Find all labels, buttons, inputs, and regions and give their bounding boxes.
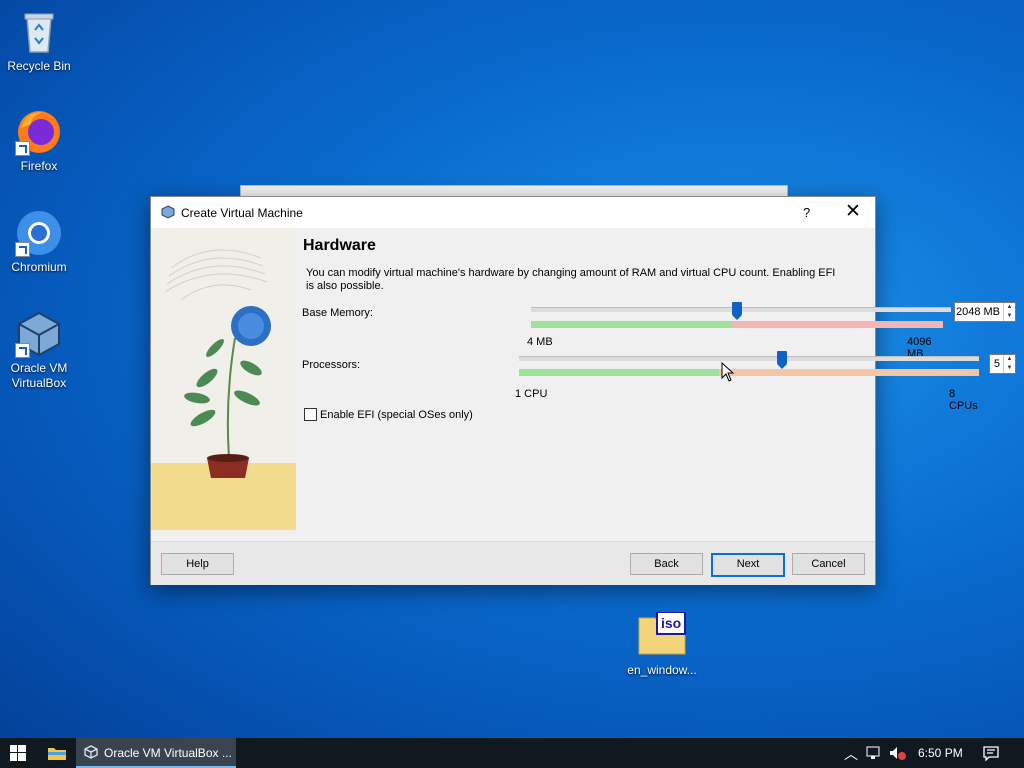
memory-warning-range [731, 321, 943, 328]
desktop-icon-label: Recycle Bin [2, 59, 76, 74]
clock-time[interactable]: 6:50 PM [918, 746, 963, 760]
spin-down-icon[interactable]: ▼ [1004, 312, 1015, 321]
mouse-cursor-icon [721, 362, 735, 382]
desktop-icon-label: Chromium [2, 260, 76, 275]
slider-groove [519, 356, 979, 361]
help-button[interactable]: Help [161, 553, 234, 575]
processors-safe-range [519, 369, 719, 376]
volume-muted-icon[interactable] [889, 746, 907, 760]
slider-thumb[interactable] [732, 302, 742, 315]
memory-min-label: 4 MB [527, 336, 553, 348]
desktop-icon-virtualbox[interactable]: Oracle VM VirtualBox [2, 310, 76, 391]
virtualbox-icon [84, 745, 98, 759]
firefox-icon [15, 108, 63, 156]
spin-up-icon[interactable]: ▲ [1004, 355, 1015, 364]
virtualbox-icon [15, 310, 63, 358]
create-vm-dialog: Create Virtual Machine ? ✕ [150, 196, 876, 585]
network-icon[interactable] [866, 746, 882, 760]
page-description: You can modify virtual machine's hardwar… [306, 267, 846, 293]
shortcut-arrow-icon [15, 141, 30, 156]
spin-down-icon[interactable]: ▼ [1004, 364, 1015, 373]
folder-icon [48, 746, 66, 760]
recycle-bin-icon [15, 8, 63, 56]
desktop-icon-firefox[interactable]: Firefox [2, 108, 76, 174]
enable-efi-checkbox[interactable] [304, 408, 317, 421]
windows-logo-icon [10, 745, 26, 761]
close-button[interactable]: ✕ [845, 200, 861, 223]
desktop-icon-chromium[interactable]: Chromium [2, 209, 76, 275]
dialog-titlebar[interactable]: Create Virtual Machine ? ✕ [151, 197, 875, 228]
taskbar-virtualbox-button[interactable]: Oracle VM VirtualBox ... [76, 738, 236, 768]
processors-spinbox[interactable]: 5 ▲▼ [989, 354, 1016, 374]
file-explorer-button[interactable] [38, 738, 74, 768]
shortcut-arrow-icon [15, 343, 30, 358]
help-question-button[interactable]: ? [803, 205, 810, 220]
page-heading: Hardware [303, 237, 376, 255]
memory-value[interactable]: 2048 MB [955, 306, 1003, 318]
processors-min-label: 1 CPU [515, 388, 547, 400]
wizard-plant-illustration [151, 228, 296, 530]
chromium-icon [15, 209, 63, 257]
processors-value[interactable]: 5 [990, 358, 1003, 370]
spin-up-icon[interactable]: ▲ [1004, 303, 1015, 312]
dialog-footer: Help Back Next Cancel [151, 541, 875, 585]
taskbar: Oracle VM VirtualBox ... ︿ 6:50 PM [0, 738, 1024, 768]
shortcut-arrow-icon [15, 242, 30, 257]
taskbar-app-label: Oracle VM VirtualBox ... [104, 746, 232, 760]
hardware-page: Hardware You can modify virtual machine'… [301, 228, 875, 540]
dialog-title: Create Virtual Machine [181, 206, 303, 220]
back-button[interactable]: Back [630, 553, 703, 575]
desktop-icon-label: Oracle VM VirtualBox [2, 361, 76, 391]
iso-badge-text: iso [661, 615, 681, 631]
next-button[interactable]: Next [711, 553, 785, 577]
base-memory-label: Base Memory: [302, 307, 373, 319]
processors-label: Processors: [302, 359, 360, 371]
desktop-icon-label: en_window... [624, 663, 700, 677]
slider-thumb[interactable] [777, 351, 787, 364]
processors-warning-range [719, 369, 979, 376]
virtualbox-icon [161, 205, 175, 219]
cancel-button[interactable]: Cancel [792, 553, 865, 575]
start-button[interactable] [0, 738, 36, 768]
desktop-icon-iso-file[interactable]: iso en_window... [624, 612, 700, 677]
show-hidden-icons-chevron-icon[interactable]: ︿ [844, 744, 858, 764]
notification-center-icon[interactable] [983, 746, 999, 761]
enable-efi-label[interactable]: Enable EFI (special OSes only) [320, 409, 473, 421]
memory-safe-range [531, 321, 731, 328]
memory-spinbox[interactable]: 2048 MB ▲▼ [954, 302, 1016, 322]
desktop-icon-recycle-bin[interactable]: Recycle Bin [2, 8, 76, 74]
processors-max-label: 8 CPUs [949, 388, 978, 412]
desktop-icon-label: Firefox [2, 159, 76, 174]
